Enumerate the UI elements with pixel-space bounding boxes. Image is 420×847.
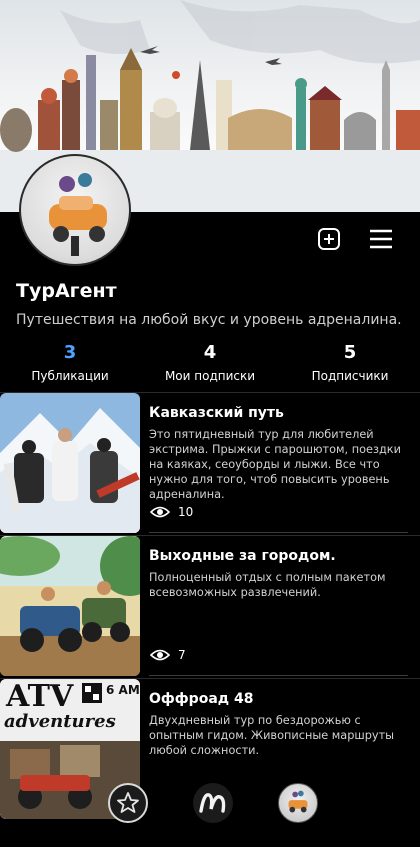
post-views: 7 xyxy=(150,648,186,662)
profile-name: ТурАгент xyxy=(16,280,117,302)
stat-followers-count: 5 xyxy=(343,342,357,363)
post-views-count: 7 xyxy=(178,648,186,662)
profile-stats: 3 Публикации 4 Мои подписки 5 Подписчики xyxy=(0,342,420,383)
post-body: Кавказский путь Это пятидневный тур для … xyxy=(149,405,408,502)
hamburger-menu-icon[interactable] xyxy=(368,226,394,252)
stat-followers-label: Подписчики xyxy=(311,369,389,383)
plus-square-icon[interactable] xyxy=(316,226,342,252)
post-description: Это пятидневный тур для любителей экстри… xyxy=(149,428,401,501)
profile-avatar-icon[interactable] xyxy=(278,783,318,823)
post-title: Выходные за городом. xyxy=(149,548,336,564)
post-thumbnail[interactable] xyxy=(0,393,140,533)
post-divider xyxy=(149,675,408,676)
profile-actions xyxy=(316,226,394,252)
star-icon[interactable] xyxy=(108,783,148,823)
post-card[interactable]: Выходные за городом. Полноценный отдых с… xyxy=(0,535,420,678)
eye-icon xyxy=(150,506,170,518)
post-divider xyxy=(149,532,408,533)
stat-publications[interactable]: 3 Публикации xyxy=(0,342,140,383)
post-views-count: 10 xyxy=(178,505,194,519)
stat-publications-count: 3 xyxy=(63,342,77,363)
post-description: Двухдневный тур по бездорожью с опытным … xyxy=(149,714,395,757)
avatar-illustration xyxy=(49,173,107,256)
brand-logo-icon[interactable] xyxy=(193,783,233,823)
post-title: Оффроад 48 xyxy=(149,691,254,707)
bottom-navigation xyxy=(108,783,318,823)
post-title: Кавказский путь xyxy=(149,405,284,421)
post-views: 10 xyxy=(150,505,193,519)
post-description: Полноценный отдых с полным пакетом всево… xyxy=(149,571,386,599)
post-card[interactable]: Кавказский путь Это пятидневный тур для … xyxy=(0,392,420,535)
stat-publications-label: Публикации xyxy=(31,369,109,383)
profile-bio: Путешествия на любой вкус и уровень адре… xyxy=(16,312,402,328)
post-body: Выходные за городом. Полноценный отдых с… xyxy=(149,548,408,600)
profile-avatar[interactable] xyxy=(19,154,131,266)
eye-icon xyxy=(150,649,170,661)
post-body: Оффроад 48 Двухдневный тур по бездорожью… xyxy=(149,691,408,758)
stat-following-label: Мои подписки xyxy=(164,369,256,383)
posts-feed: Кавказский путь Это пятидневный тур для … xyxy=(0,392,420,821)
post-thumb-script: adventures xyxy=(4,711,116,732)
post-thumb-brand: ATV xyxy=(6,679,74,714)
stat-following-count: 4 xyxy=(203,342,217,363)
stat-following[interactable]: 4 Мои подписки xyxy=(140,342,280,383)
stat-followers[interactable]: 5 Подписчики xyxy=(280,342,420,383)
post-thumbnail[interactable] xyxy=(0,536,140,676)
post-thumb-time: 6 AM xyxy=(106,683,140,697)
